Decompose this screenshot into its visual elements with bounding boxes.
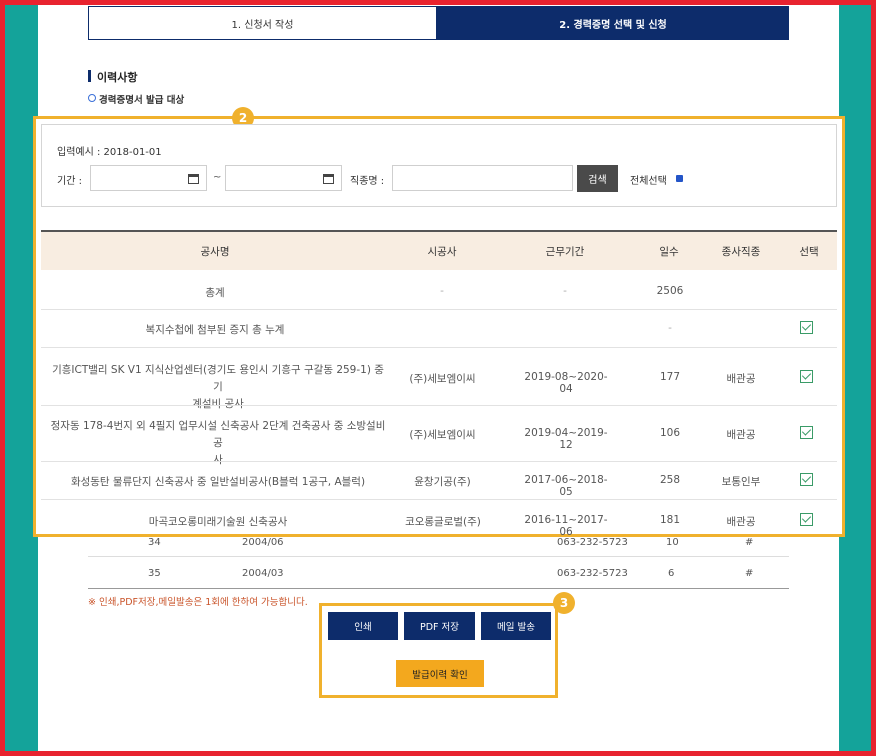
- issue-history-button[interactable]: 발급이력 확인: [396, 660, 484, 687]
- old-row-count: 10: [666, 537, 679, 548]
- old-row-mark: #: [745, 568, 754, 579]
- badge-3: 3: [553, 592, 575, 614]
- cell-name-line: 기흥ICT밸리 SK V1 지식산업센터(경기도 용인시 기흥구 구갈동 259…: [52, 364, 384, 393]
- mail-send-button[interactable]: 메일 발송: [481, 612, 551, 640]
- cell-period: 2019-08~2020-04: [524, 371, 608, 395]
- cell-days: 106: [659, 427, 681, 439]
- end-date-input[interactable]: [225, 165, 342, 191]
- cell-name: 총계: [205, 287, 225, 299]
- select-all-label: 전체선택: [630, 176, 667, 187]
- tab-step-2[interactable]: 2. 경력증명 선택 및 신청: [437, 6, 789, 40]
- old-row-no: 35: [148, 568, 161, 579]
- calendar-icon[interactable]: [323, 174, 334, 184]
- cell-days: 2506: [656, 285, 684, 297]
- cell-name-line: 정자동 178-4번지 외 4필지 업무시설 신축공사 2단계 건축공사 중 소…: [50, 420, 386, 449]
- search-button-label: 검색: [588, 175, 607, 186]
- cell-period: 2016-11~2017-06: [524, 514, 608, 538]
- old-row-divider: [88, 556, 789, 557]
- cell-days: 258: [659, 474, 681, 486]
- cell-days: 181: [659, 514, 681, 526]
- row-checkbox[interactable]: [800, 473, 813, 486]
- row-checkbox[interactable]: [800, 321, 813, 334]
- cell-name: 복지수첩에 첨부된 증지 총 누계: [145, 324, 285, 336]
- cell-company: (주)세보엠이씨: [409, 373, 476, 385]
- row-checkbox[interactable]: [800, 426, 813, 439]
- cell-job: 배관공: [726, 373, 756, 385]
- cell-period: 2019-04~2019-12: [524, 427, 608, 451]
- bullet-circle-icon: [88, 94, 96, 102]
- old-row-date: 2004/03: [242, 568, 284, 579]
- tab-step-2-label: 2. 경력증명 선택 및 신청: [559, 19, 667, 31]
- row-divider: [41, 309, 837, 310]
- cell-job: 보통인부: [721, 476, 761, 488]
- cell-name: 화성동탄 물류단지 신축공사 중 일반설비공사(B블럭 1공구, A블럭): [70, 476, 366, 488]
- cell-days: 177: [659, 371, 681, 383]
- old-row-phone: 063-232-5723: [557, 537, 628, 548]
- search-button[interactable]: 검색: [577, 165, 618, 192]
- section-bar: [88, 70, 91, 82]
- th-days: 일수: [659, 246, 679, 258]
- old-row-no: 34: [148, 537, 161, 548]
- tab-step-1[interactable]: 1. 신청서 작성: [88, 6, 437, 40]
- select-all-checkbox[interactable]: [676, 175, 683, 182]
- print-button-label: 인쇄: [354, 622, 372, 633]
- period-label: 기간 :: [57, 176, 82, 187]
- row-divider: [41, 461, 837, 462]
- row-divider: [41, 347, 837, 348]
- cell-job: 배관공: [726, 429, 756, 441]
- old-row-count: 6: [668, 568, 675, 579]
- job-label: 직종명 :: [350, 176, 385, 187]
- old-row-mark: #: [745, 537, 754, 548]
- cell-period: -: [563, 285, 567, 297]
- cell-company: -: [440, 285, 444, 297]
- th-period: 근무기간: [545, 246, 585, 258]
- row-checkbox[interactable]: [800, 513, 813, 526]
- cell-company: 윤창기공(주): [414, 476, 471, 488]
- job-name-input[interactable]: [392, 165, 573, 191]
- date-format-hint: 입력예시 : 2018-01-01: [57, 147, 162, 158]
- calendar-icon[interactable]: [188, 174, 199, 184]
- old-row-phone: 063-232-5723: [557, 568, 628, 579]
- th-company: 시공사: [427, 246, 457, 258]
- print-button[interactable]: 인쇄: [328, 612, 398, 640]
- th-select: 선택: [799, 246, 819, 258]
- cell-name: 마곡코오롱미래기술원 신축공사: [148, 516, 288, 528]
- period-tilde: ~: [213, 172, 222, 183]
- row-checkbox[interactable]: [800, 370, 813, 383]
- section-title: 이력사항: [97, 71, 138, 84]
- issue-history-button-label: 발급이력 확인: [412, 669, 468, 681]
- pdf-save-button[interactable]: PDF 저장: [404, 612, 475, 640]
- section-subtitle: 경력증명서 발급 대상: [99, 95, 185, 106]
- th-job: 종사직종: [721, 246, 761, 258]
- cell-period: 2017-06~2018-05: [524, 474, 608, 498]
- start-date-input[interactable]: [90, 165, 207, 191]
- mail-send-button-label: 메일 발송: [497, 622, 535, 633]
- tab-step-1-label: 1. 신청서 작성: [231, 19, 294, 31]
- row-divider: [41, 499, 837, 500]
- pdf-save-button-label: PDF 저장: [419, 622, 459, 633]
- cell-company: (주)세보엠이씨: [409, 429, 476, 441]
- old-table-bottom: [88, 588, 789, 589]
- cell-company: 코오롱글로벌(주): [405, 516, 481, 528]
- cell-days: -: [668, 322, 672, 334]
- row-divider: [41, 405, 837, 406]
- cell-job: 배관공: [726, 516, 756, 528]
- usage-notice: ※ 인쇄,PDF저장,메일발송은 1회에 한하여 가능합니다.: [88, 597, 308, 608]
- old-row-date: 2004/06: [242, 537, 284, 548]
- th-project: 공사명: [200, 246, 230, 258]
